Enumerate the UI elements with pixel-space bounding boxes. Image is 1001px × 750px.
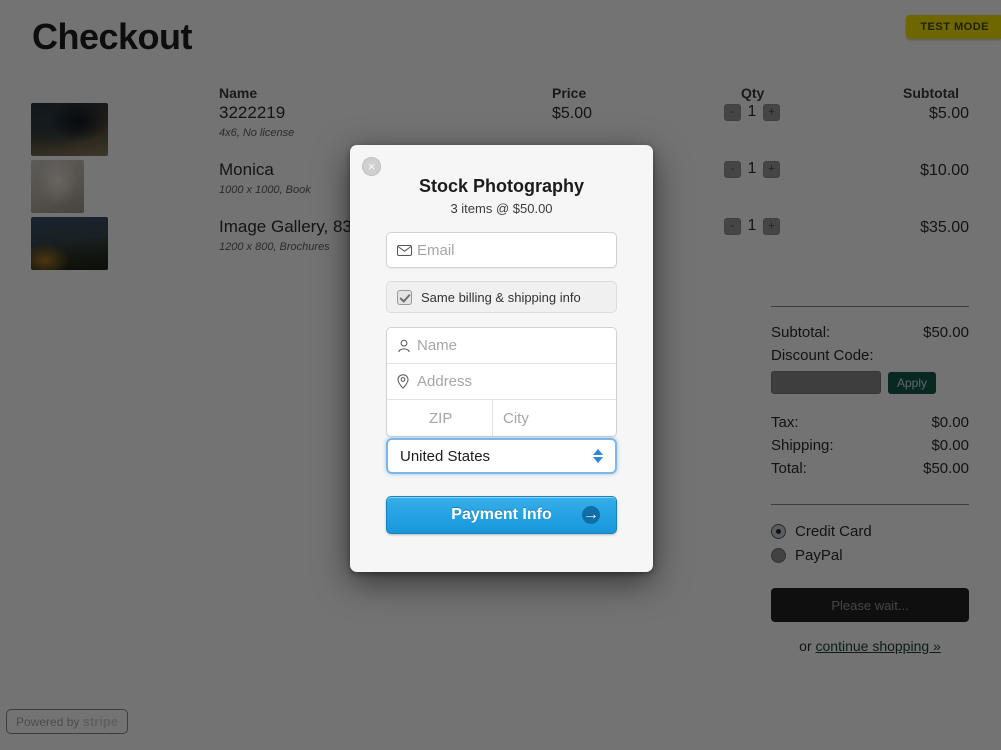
payment-info-label: Payment Info (451, 506, 552, 523)
map-pin-icon (397, 374, 417, 389)
country-selected-value: United States (400, 447, 491, 465)
address-field[interactable]: Address (387, 364, 616, 400)
email-placeholder: Email (417, 241, 455, 259)
country-select[interactable]: United States (386, 438, 617, 474)
name-field[interactable]: Name (387, 328, 616, 364)
person-icon (397, 339, 417, 353)
same-billing-shipping-checkbox[interactable]: Same billing & shipping info (386, 281, 617, 313)
zip-placeholder: ZIP (429, 409, 453, 427)
city-field[interactable]: City (492, 400, 616, 436)
email-field[interactable]: Email (386, 232, 617, 268)
chevron-updown-icon (593, 449, 603, 463)
envelope-icon (397, 244, 417, 256)
zip-city-row: ZIP City (387, 400, 616, 436)
arrow-right-icon: → (582, 506, 600, 524)
address-field-group: Name Address ZIP City (386, 327, 617, 437)
close-icon[interactable]: × (362, 157, 381, 176)
address-placeholder: Address (417, 373, 473, 390)
name-placeholder: Name (417, 337, 458, 354)
zip-field[interactable]: ZIP (387, 400, 492, 436)
modal-title: Stock Photography (418, 176, 584, 196)
payment-info-button[interactable]: Payment Info → (386, 496, 617, 534)
modal-subtitle: 3 items @ $50.00 (450, 201, 553, 216)
checkout-page: Checkout TEST MODE Name Price Qty Subtot… (0, 0, 1001, 750)
checkmark-icon (397, 289, 412, 305)
checkout-modal: × Stock Photography 3 items @ $50.00 Ema… (350, 145, 653, 572)
same-billing-shipping-label: Same billing & shipping info (421, 289, 581, 305)
modal-body: Email Same billing & shipping info Name (350, 232, 653, 534)
city-placeholder: City (503, 409, 529, 427)
